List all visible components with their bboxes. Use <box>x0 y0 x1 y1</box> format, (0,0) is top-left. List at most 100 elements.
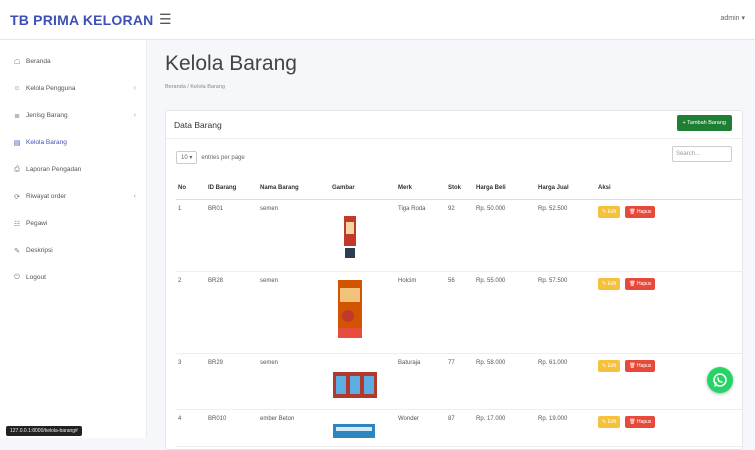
delete-button[interactable]: 🗑 Hapus <box>625 359 656 372</box>
col-merk[interactable]: Merk <box>396 177 446 200</box>
edit-button[interactable]: ✎ Edit <box>598 205 621 218</box>
sidebar-item-label: Deskripsi <box>26 247 53 254</box>
col-harga-jual[interactable]: Harga Jual <box>536 177 596 200</box>
delete-button[interactable]: 🗑 Hapus <box>625 415 656 428</box>
delete-button[interactable]: 🗑 Hapus <box>625 205 656 218</box>
cell-gambar <box>330 199 396 272</box>
cell-id: BR010 <box>206 409 258 447</box>
page-title: Kelola Barang <box>165 52 297 75</box>
table-row: 4 BR010 ember Beton Wonder 87 Rp. 17.000… <box>176 409 742 447</box>
sidebar-item-label: Logout <box>26 274 46 281</box>
col-aksi: Aksi <box>596 177 742 200</box>
home-icon: ☖ <box>13 58 21 66</box>
cell-merk: Baturaja <box>396 353 446 410</box>
col-id-barang[interactable]: ID Barang <box>206 177 258 200</box>
sidebar-item-label: Kelola Pengguna <box>26 85 76 92</box>
cell-harga-beli: Rp. 58.000 <box>474 353 536 410</box>
cell-aksi: ✎ Edit 🗑 Hapus <box>596 409 742 447</box>
sidebar-item-logout[interactable]: ⏻ Logout <box>0 264 146 291</box>
cell-merk: Holcim <box>396 271 446 354</box>
cell-stok: 92 <box>446 199 474 272</box>
whatsapp-glyph-icon <box>713 373 727 387</box>
cell-harga-jual: Rp. 57.500 <box>536 271 596 354</box>
add-barang-button[interactable]: + Tambah Barang <box>676 115 732 131</box>
col-harga-beli[interactable]: Harga Beli <box>474 177 536 200</box>
report-icon: ⎙ <box>14 165 20 173</box>
sidebar-item-beranda[interactable]: ☖ Beranda <box>0 48 146 75</box>
chevron-left-icon: ‹ <box>133 193 136 200</box>
sidebar-item-label: Kelola Barang <box>26 139 67 146</box>
cell-aksi: ✎ Edit 🗑 Hapus <box>596 271 742 354</box>
table-row: 2 BR28 semen Holcim 56 Rp. 55.000 Rp. 57… <box>176 271 742 354</box>
cell-nama: semen <box>258 271 330 354</box>
entries-control: 10 ▾ entries per page <box>176 151 245 164</box>
sidebar-item-label: Laporan Pengadan <box>26 166 82 173</box>
chevron-left-icon: ‹ <box>133 85 136 92</box>
cell-nama: ember Beton <box>258 409 330 447</box>
sidebar-item-riwayat-order[interactable]: ⟳ Riwayat order ‹ <box>0 183 146 210</box>
sidebar-item-laporan[interactable]: ⎙ Laporan Pengadan <box>0 156 146 183</box>
col-nama-barang[interactable]: Nama Barang <box>258 177 330 200</box>
hamburger-icon[interactable]: ☰ <box>159 11 172 28</box>
cell-id: BR29 <box>206 353 258 410</box>
entries-label: entries per page <box>201 154 245 161</box>
cell-harga-jual: Rp. 61.000 <box>536 353 596 410</box>
list-icon: ≣ <box>14 112 20 120</box>
cell-harga-beli: Rp. 55.000 <box>474 271 536 354</box>
cell-aksi: ✎ Edit 🗑 Hapus <box>596 199 742 272</box>
cell-harga-beli: Rp. 17.000 <box>474 409 536 447</box>
cell-stok: 87 <box>446 409 474 447</box>
col-gambar[interactable]: Gambar <box>330 177 396 200</box>
edit-button[interactable]: ✎ Edit <box>598 359 621 372</box>
whatsapp-icon[interactable] <box>707 367 733 393</box>
search-input[interactable]: Search... <box>672 146 732 162</box>
sidebar-item-pegawai[interactable]: ☷ Pegawi <box>0 210 146 237</box>
breadcrumb[interactable]: Beranda / Kelola Barang <box>165 84 225 90</box>
product-image <box>338 279 362 338</box>
history-icon: ⟳ <box>14 193 20 201</box>
delete-button[interactable]: 🗑 Hapus <box>625 277 656 290</box>
sidebar-item-label: Beranda <box>26 58 51 65</box>
status-url-tooltip: 127.0.0.1:8000/kelola-barang# <box>6 426 82 436</box>
table-row: 3 BR29 semen Baturaja 77 Rp. 58.000 Rp. … <box>176 353 742 410</box>
sidebar-item-kelola-pengguna[interactable]: ☺ Kelola Pengguna ‹ <box>0 75 146 102</box>
chevron-left-icon: ‹ <box>133 112 136 119</box>
cell-no: 1 <box>176 199 206 272</box>
edit-button[interactable]: ✎ Edit <box>598 415 621 428</box>
cell-gambar <box>330 409 396 447</box>
product-image <box>344 215 356 258</box>
card-header: Data Barang <box>166 111 742 139</box>
cell-stok: 56 <box>446 271 474 354</box>
cell-nama: semen <box>258 353 330 410</box>
cell-no: 4 <box>176 409 206 447</box>
cell-harga-jual: Rp. 19.000 <box>536 409 596 447</box>
top-navbar: TB PRIMA KELORAN ☰ admin ▾ <box>0 0 755 40</box>
staff-icon: ☷ <box>13 220 21 228</box>
cell-id: BR28 <box>206 271 258 354</box>
product-image <box>333 423 375 438</box>
edit-button[interactable]: ✎ Edit <box>598 277 621 290</box>
col-stok[interactable]: Stok <box>446 177 474 200</box>
box-icon: ▤ <box>13 139 21 147</box>
cell-no: 3 <box>176 353 206 410</box>
cell-id: BR01 <box>206 199 258 272</box>
cell-harga-jual: Rp. 52.500 <box>536 199 596 272</box>
brand-title[interactable]: TB PRIMA KELORAN <box>0 12 153 28</box>
entries-select[interactable]: 10 ▾ <box>176 151 198 164</box>
sidebar-item-kelola-barang[interactable]: ▤ Kelola Barang <box>0 129 146 156</box>
sidebar-item-deskripsi[interactable]: ✎ Deskripsi <box>0 237 146 264</box>
data-card: Data Barang + Tambah Barang 10 ▾ entries… <box>165 110 743 450</box>
user-menu[interactable]: admin ▾ <box>720 14 745 22</box>
cell-stok: 77 <box>446 353 474 410</box>
cell-gambar <box>330 353 396 410</box>
cell-harga-beli: Rp. 50.000 <box>474 199 536 272</box>
col-no[interactable]: No <box>176 177 206 200</box>
sidebar-item-jenis-barang[interactable]: ≣ Jenlsg Barang ‹ <box>0 102 146 129</box>
sidebar: ☖ Beranda ☺ Kelola Pengguna ‹ ≣ Jenlsg Baran… <box>0 40 147 438</box>
cell-nama: semen <box>258 199 330 272</box>
edit-icon: ✎ <box>14 247 20 255</box>
table-header-row: No ID Barang Nama Barang Gambar Merk Sto… <box>176 177 742 200</box>
sidebar-item-label: Pegawi <box>26 220 48 227</box>
sidebar-item-label: Jenlsg Barang <box>26 112 68 119</box>
product-image <box>333 371 377 398</box>
